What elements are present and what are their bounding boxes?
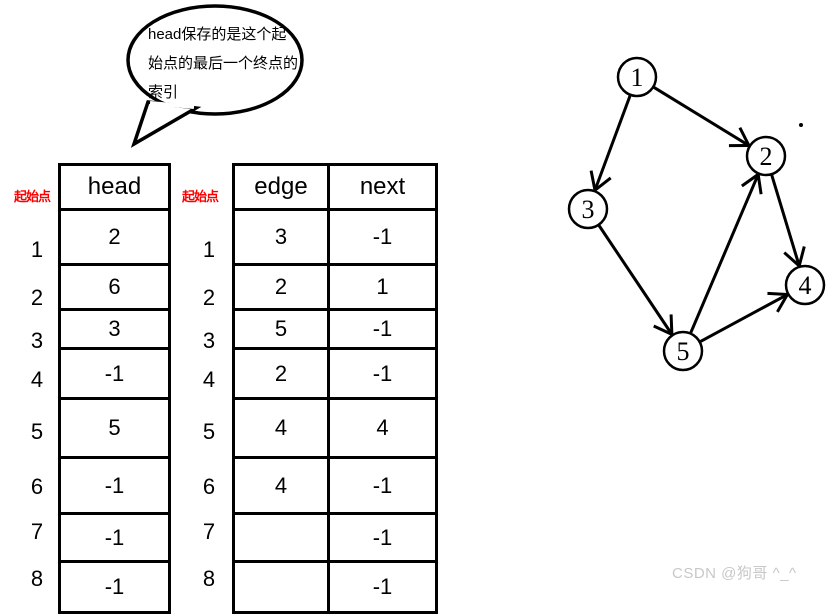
edge-table-index-column: 1 2 3 4 5 6 7 8 <box>192 163 226 599</box>
table-row: -1 <box>60 514 170 562</box>
graph-edge-3-to-5 <box>599 226 672 335</box>
stray-dot <box>799 123 803 127</box>
table-row: 2 1 <box>234 265 437 310</box>
head-cell: 6 <box>60 265 170 310</box>
next-cell: -1 <box>329 514 437 562</box>
edge-row-index: 4 <box>192 369 226 391</box>
head-row-index: 6 <box>20 476 54 498</box>
next-cell: 4 <box>329 399 437 458</box>
table-header-row: head <box>60 165 170 210</box>
next-cell: -1 <box>329 210 437 265</box>
arrowhead-5-to-2-0 <box>758 174 761 194</box>
edge-cell: 5 <box>234 310 329 349</box>
head-row-index: 4 <box>20 369 54 391</box>
edge-row-index: 8 <box>192 568 226 590</box>
table-row: -1 <box>60 458 170 514</box>
annotation-text: head保存的是这个起始点的最后一个终点的索引 <box>148 20 298 107</box>
arrowhead-5-to-4-1 <box>767 293 787 294</box>
graph-edge-1-to-2 <box>654 87 749 145</box>
head-cell: 2 <box>60 210 170 265</box>
head-column-header: head <box>60 165 170 210</box>
graph-edge-layer <box>591 87 804 341</box>
table-row: 4 4 <box>234 399 437 458</box>
annotation-callout: head保存的是这个起始点的最后一个终点的索引 <box>110 2 320 152</box>
graph-edge-5-to-4 <box>701 295 788 342</box>
table-row: -1 <box>234 562 437 613</box>
arrowhead-2-to-4-1 <box>799 247 804 266</box>
next-cell: -1 <box>329 562 437 613</box>
edge-row-index: 7 <box>192 521 226 543</box>
table-row: 2 -1 <box>234 349 437 399</box>
head-table-index-column: 1 2 3 4 5 6 7 8 <box>20 163 54 599</box>
graph-node-label-2: 2 <box>760 142 773 171</box>
edge-row-index: 2 <box>192 287 226 309</box>
edge-column-header: edge <box>234 165 329 210</box>
next-cell: 1 <box>329 265 437 310</box>
head-row-index: 7 <box>20 521 54 543</box>
next-cell: -1 <box>329 349 437 399</box>
head-row-index: 5 <box>20 421 54 443</box>
edge-cell <box>234 562 329 613</box>
table-row: -1 <box>60 349 170 399</box>
edge-next-table: edge next 3 -1 2 1 5 -1 2 -1 4 4 <box>232 163 438 614</box>
graph-node-label-3: 3 <box>582 195 595 224</box>
table-row: -1 <box>60 562 170 613</box>
head-cell: 5 <box>60 399 170 458</box>
head-table: head 2 6 3 -1 5 -1 -1 -1 <box>58 163 171 614</box>
edge-row-index: 3 <box>192 330 226 352</box>
edge-cell: 2 <box>234 265 329 310</box>
head-row-index: 3 <box>20 330 54 352</box>
edge-cell: 3 <box>234 210 329 265</box>
arrowhead-3-to-5-1 <box>671 314 672 334</box>
edge-row-index: 1 <box>192 239 226 261</box>
head-cell: -1 <box>60 514 170 562</box>
table-row: -1 <box>234 514 437 562</box>
graph-edge-1-to-3 <box>595 96 630 191</box>
next-cell: -1 <box>329 310 437 349</box>
table-row: 3 -1 <box>234 210 437 265</box>
head-cell: -1 <box>60 562 170 613</box>
edge-row-index: 5 <box>192 421 226 443</box>
graph-node-label-4: 4 <box>799 271 812 300</box>
head-cell: -1 <box>60 458 170 514</box>
edge-cell: 4 <box>234 399 329 458</box>
head-row-index: 2 <box>20 287 54 309</box>
edge-next-table-grid: edge next 3 -1 2 1 5 -1 2 -1 4 4 <box>232 163 438 614</box>
edge-row-index: 6 <box>192 476 226 498</box>
edge-cell: 2 <box>234 349 329 399</box>
table-row: 4 -1 <box>234 458 437 514</box>
head-table-grid: head 2 6 3 -1 5 -1 -1 -1 <box>58 163 171 614</box>
edge-cell: 4 <box>234 458 329 514</box>
table-row: 5 -1 <box>234 310 437 349</box>
head-row-index: 1 <box>20 239 54 261</box>
head-cell: 3 <box>60 310 170 349</box>
head-row-index: 8 <box>20 568 54 590</box>
table-row: 3 <box>60 310 170 349</box>
next-cell: -1 <box>329 458 437 514</box>
arrowhead-1-to-3-0 <box>591 171 595 191</box>
csdn-watermark: CSDN @狗哥 ^_^ <box>672 562 796 583</box>
directed-graph-diagram: 1 2 3 4 5 <box>540 20 835 420</box>
table-row: 5 <box>60 399 170 458</box>
head-cell: -1 <box>60 349 170 399</box>
graph-node-label-5: 5 <box>677 337 690 366</box>
canvas: head保存的是这个起始点的最后一个终点的索引 起始点 1 2 3 4 5 6 … <box>0 0 835 599</box>
table-header-row: edge next <box>234 165 437 210</box>
table-row: 6 <box>60 265 170 310</box>
edge-cell <box>234 514 329 562</box>
graph-edge-5-to-2 <box>691 174 758 332</box>
graph-node-label-1: 1 <box>631 63 644 92</box>
graph-node-layer: 1 2 3 4 5 <box>569 58 824 370</box>
table-row: 2 <box>60 210 170 265</box>
next-column-header: next <box>329 165 437 210</box>
